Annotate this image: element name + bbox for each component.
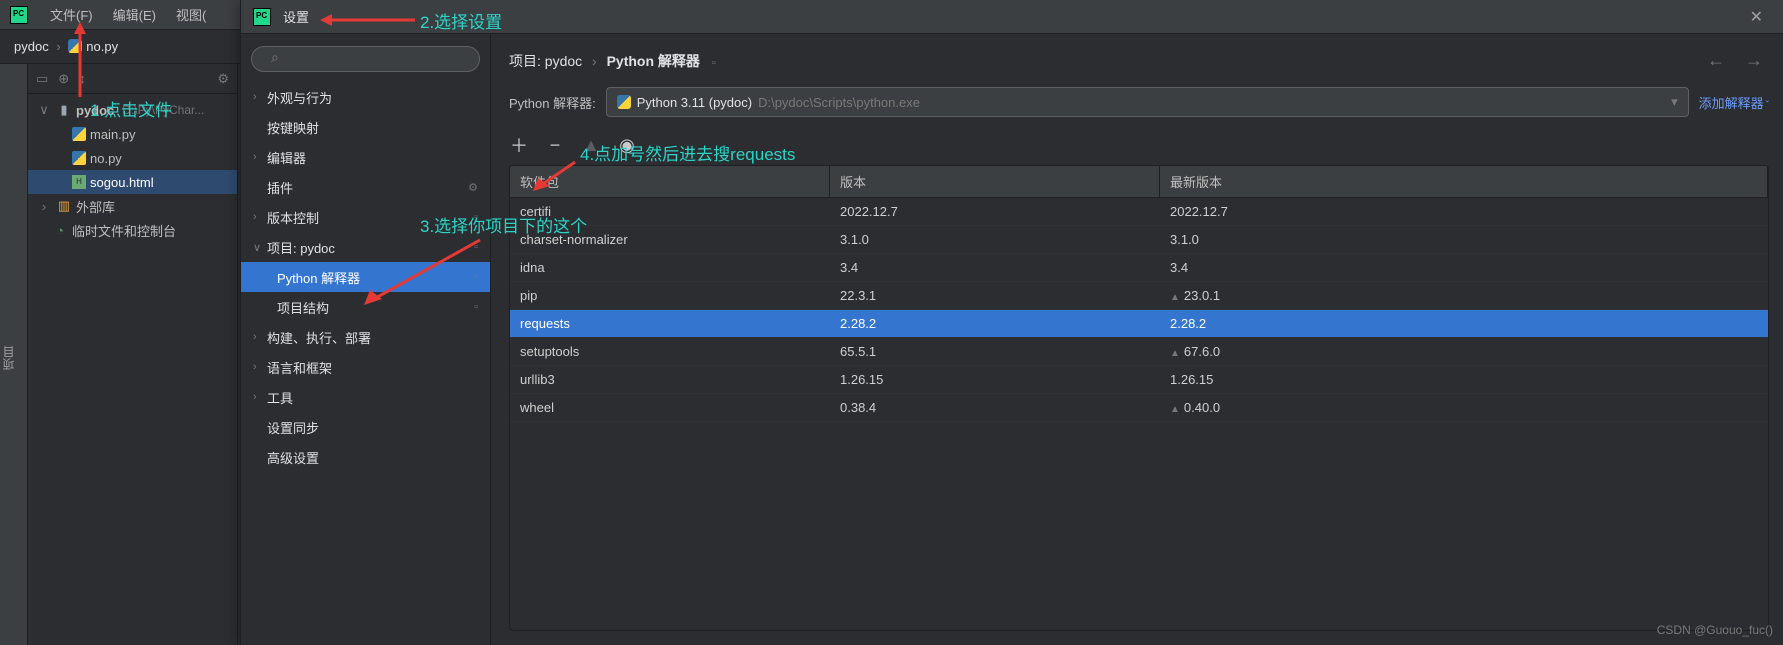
project-tree: ∨ ▮ pydoc D:\Py\PyChar... main.py no.py … [28, 94, 237, 246]
gear-icon[interactable]: ⚙ [217, 71, 229, 87]
tree-root[interactable]: ∨ ▮ pydoc D:\Py\PyChar... [28, 98, 237, 122]
nav-advanced[interactable]: 高级设置 [241, 442, 490, 472]
nav-keymap[interactable]: 按键映射 [241, 112, 490, 142]
watermark: CSDN @Guouo_fuc() [1657, 623, 1773, 637]
nav-lang[interactable]: ›语言和框架 [241, 352, 490, 382]
tree-file[interactable]: no.py [28, 146, 237, 170]
red-arrow-icon [530, 160, 580, 194]
add-package-button[interactable]: ＋ [509, 132, 529, 158]
interpreter-label: Python 解释器: [509, 93, 596, 112]
red-arrow-icon [70, 22, 90, 102]
tree-file[interactable]: main.py [28, 122, 237, 146]
nav-vcs[interactable]: ›版本控制▫ [241, 202, 490, 232]
nav-plugins[interactable]: 插件⚙ [241, 172, 490, 202]
breadcrumb-project[interactable]: pydoc [14, 39, 49, 54]
breadcrumb-file[interactable]: no.py [86, 39, 118, 54]
search-input[interactable] [251, 46, 480, 72]
table-row[interactable]: setuptools65.5.1▲67.6.0 [510, 338, 1768, 366]
interpreter-dropdown[interactable]: Python 3.11 (pydoc) D:\pydoc\Scripts\pyt… [606, 87, 1689, 117]
nav-appearance[interactable]: ›外观与行为 [241, 82, 490, 112]
breadcrumb-sep: › [56, 39, 60, 54]
settings-title-text: 设置 [283, 7, 309, 26]
nav-build[interactable]: ›构建、执行、部署 [241, 322, 490, 352]
content-breadcrumb: 项目: pydoc › Python 解释器 ▫ [509, 51, 716, 71]
menu-edit[interactable]: 编辑(E) [103, 1, 166, 28]
tree-ext-libs[interactable]: › ▥ 外部库 [28, 194, 237, 218]
add-interpreter-link[interactable]: 添加解释器ˇ [1699, 93, 1769, 112]
tree-scratch[interactable]: ◔ 临时文件和控制台 [28, 218, 237, 242]
nav-tools[interactable]: ›工具 [241, 382, 490, 412]
settings-dialog: 设置 ✕ ›外观与行为 按键映射 ›编辑器 插件⚙ ›版本控制▫ ∨项目: py… [240, 0, 1783, 645]
target-icon[interactable]: ⊕ [58, 71, 69, 87]
package-toolbar: ＋ − ▲ ◉ [509, 131, 1769, 159]
table-row[interactable]: requests2.28.22.28.2 [510, 310, 1768, 338]
library-icon: ▥ [56, 198, 72, 214]
app-logo-icon [10, 6, 28, 24]
back-button[interactable]: ← [1701, 48, 1731, 73]
table-row[interactable]: pip22.3.1▲23.0.1 [510, 282, 1768, 310]
table-row[interactable]: charset-normalizer3.1.03.1.0 [510, 226, 1768, 254]
table-row[interactable]: urllib31.26.151.26.15 [510, 366, 1768, 394]
table-row[interactable]: certifi2022.12.72022.12.7 [510, 198, 1768, 226]
python-file-icon [72, 151, 86, 165]
gear-icon: ▫ [712, 57, 716, 69]
table-header: 软件包 版本 最新版本 [510, 166, 1768, 198]
html-file-icon: H [72, 175, 86, 189]
table-row[interactable]: wheel0.38.4▲0.40.0 [510, 394, 1768, 422]
forward-button[interactable]: → [1739, 48, 1769, 73]
nav-editor[interactable]: ›编辑器 [241, 142, 490, 172]
breadcrumb: pydoc › no.py [14, 39, 118, 54]
close-button[interactable]: ✕ [1742, 5, 1771, 29]
packages-table: 软件包 版本 最新版本 certifi2022.12.72022.12.7cha… [509, 165, 1769, 631]
python-icon [617, 95, 631, 109]
folder-icon: ▮ [56, 102, 72, 118]
settings-content: 项目: pydoc › Python 解释器 ▫ ← → Python 解释器:… [491, 34, 1783, 645]
project-panel-header: ▭ ⊕ ↕ ⚙ [28, 64, 237, 94]
red-arrow-icon [360, 235, 490, 310]
show-early-releases-button[interactable]: ◉ [617, 135, 637, 156]
col-latest[interactable]: 最新版本 [1160, 166, 1768, 197]
nav-search [251, 46, 480, 72]
red-arrow-icon [320, 10, 420, 30]
tree-file[interactable]: H sogou.html [28, 170, 237, 194]
project-panel: ▭ ⊕ ↕ ⚙ ∨ ▮ pydoc D:\Py\PyChar... main.p… [28, 64, 238, 645]
chevron-down-icon: ▾ [1671, 94, 1678, 110]
nav-sync[interactable]: 设置同步 [241, 412, 490, 442]
gear-icon: ⚙ [468, 181, 478, 194]
python-file-icon [72, 127, 86, 141]
upgrade-package-button[interactable]: ▲ [581, 135, 601, 156]
left-rail[interactable]: 项目 [0, 64, 28, 645]
table-row[interactable]: idna3.43.4 [510, 254, 1768, 282]
remove-package-button[interactable]: − [545, 135, 565, 156]
menu-view[interactable]: 视图( [166, 1, 216, 28]
settings-nav: ›外观与行为 按键映射 ›编辑器 插件⚙ ›版本控制▫ ∨项目: pydoc▫ … [241, 34, 491, 645]
gear-icon: ▫ [474, 211, 478, 223]
col-version[interactable]: 版本 [830, 166, 1160, 197]
app-logo-icon [253, 8, 271, 26]
scratch-icon: ◔ [52, 222, 68, 238]
settings-titlebar: 设置 ✕ [241, 0, 1783, 34]
project-view-icon[interactable]: ▭ [36, 71, 48, 87]
